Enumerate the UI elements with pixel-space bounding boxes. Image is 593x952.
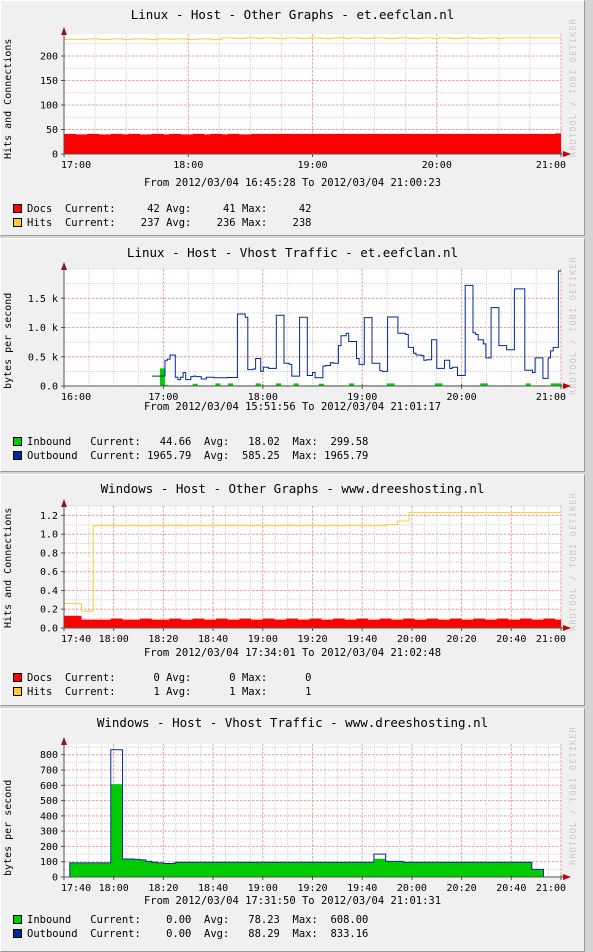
legend-color-swatch-icon: [13, 915, 22, 924]
graph-plot: 0 50 100 150 200 17:00 18:00 19:00 20:00 21:00: [40, 27, 571, 171]
legend-series-name: Inbound: [27, 436, 72, 448]
legend-series-name: Outbound: [27, 450, 78, 462]
rrdtool-graph-page: Linux - Host - Other Graphs - et.eefclan…: [0, 0, 593, 952]
legend-row: Inbound Current: 44.66 Avg: 18.02 Max: 2…: [13, 435, 368, 449]
legend-row: Outbound Current: 0.00 Avg: 88.29 Max: 8…: [13, 927, 368, 941]
legend-row: Docs Current: 42 Avg: 41 Max: 42: [13, 202, 311, 216]
svg-text:19:40: 19:40: [347, 883, 377, 894]
svg-text:200: 200: [40, 842, 58, 853]
legend-color-swatch-icon: [13, 437, 22, 446]
legend-row: Hits Current: 237 Avg: 236 Max: 238: [13, 216, 311, 230]
svg-text:19:20: 19:20: [297, 883, 327, 894]
svg-text:0.0: 0.0: [40, 624, 58, 635]
svg-text:800: 800: [40, 750, 58, 761]
svg-text:21:00: 21:00: [536, 634, 566, 645]
svg-text:0.2: 0.2: [40, 605, 58, 616]
svg-text:0.8: 0.8: [40, 548, 58, 559]
svg-text:18:00: 18:00: [99, 634, 129, 645]
legend-series-name: Docs: [27, 672, 53, 684]
graph-timespan: From 2012/03/04 17:34:01 To 2012/03/04 2…: [143, 647, 442, 659]
svg-text:18:00: 18:00: [99, 883, 129, 894]
graph-legend: Docs Current: 0 Avg: 0 Max: 0 Hits Curren…: [13, 671, 311, 699]
svg-text:20:20: 20:20: [447, 883, 477, 894]
svg-text:20:00: 20:00: [422, 160, 452, 171]
svg-text:600: 600: [40, 781, 58, 792]
svg-text:1.0: 1.0: [40, 530, 58, 541]
legend-stats: Current: 1965.79 Avg: 585.25 Max: 1965.7…: [77, 450, 369, 462]
svg-text:18:40: 18:40: [198, 634, 228, 645]
graph-timespan: From 2012/03/04 16:45:28 To 2012/03/04 2…: [143, 177, 442, 189]
legend-stats: Current: 0 Avg: 0 Max: 0: [52, 672, 312, 684]
legend-series-name: Hits: [27, 686, 53, 698]
legend-color-swatch-icon: [13, 687, 22, 696]
svg-text:0.0: 0.0: [40, 382, 58, 393]
svg-text:20:00: 20:00: [397, 634, 427, 645]
svg-text:500: 500: [40, 796, 58, 807]
svg-text:21:00: 21:00: [536, 160, 566, 171]
graph-timespan: From 2012/03/04 17:31:50 To 2012/03/04 2…: [143, 895, 442, 907]
svg-text:150: 150: [40, 76, 58, 87]
svg-text:17:00: 17:00: [61, 160, 91, 171]
svg-text:100: 100: [40, 857, 58, 868]
svg-text:20:40: 20:40: [496, 634, 526, 645]
svg-text:19:20: 19:20: [297, 634, 327, 645]
graph-legend: Inbound Current: 44.66 Avg: 18.02 Max: 2…: [13, 435, 368, 463]
svg-text:18:00: 18:00: [173, 160, 203, 171]
svg-text:18:20: 18:20: [148, 634, 178, 645]
legend-series-name: Inbound: [27, 914, 72, 926]
legend-color-swatch-icon: [13, 218, 22, 227]
svg-text:18:20: 18:20: [148, 883, 178, 894]
legend-series-name: Docs: [27, 203, 53, 215]
graph-panel: Linux - Host - Vhost Traffic - et.eefcla…: [0, 238, 585, 472]
legend-stats: Current: 237 Avg: 236 Max: 238: [52, 217, 312, 229]
svg-text:300: 300: [40, 827, 58, 838]
legend-row: Outbound Current: 1965.79 Avg: 585.25 Ma…: [13, 449, 368, 463]
legend-color-swatch-icon: [13, 929, 22, 938]
svg-text:50: 50: [46, 125, 58, 136]
svg-text:1.5 k: 1.5 k: [28, 294, 58, 305]
svg-text:21:00: 21:00: [536, 883, 566, 894]
legend-stats: Current: 44.66 Avg: 18.02 Max: 299.58: [71, 436, 369, 448]
legend-stats: Current: 0.00 Avg: 78.23 Max: 608.00: [71, 914, 369, 926]
svg-text:200: 200: [40, 52, 58, 63]
svg-text:20:00: 20:00: [397, 883, 427, 894]
svg-text:18:40: 18:40: [198, 883, 228, 894]
graph-legend: Docs Current: 42 Avg: 41 Max: 42 Hits Cur…: [13, 202, 311, 230]
svg-text:0: 0: [52, 150, 58, 161]
svg-text:1.0 k: 1.0 k: [28, 323, 58, 334]
legend-series-name: Hits: [27, 217, 53, 229]
svg-text:20:20: 20:20: [447, 634, 477, 645]
svg-text:17:40: 17:40: [61, 634, 91, 645]
svg-text:0: 0: [52, 873, 58, 884]
legend-row: Inbound Current: 0.00 Avg: 78.23 Max: 60…: [13, 913, 368, 927]
legend-row: Hits Current: 1 Avg: 1 Max: 1: [13, 685, 311, 699]
legend-stats: Current: 42 Avg: 41 Max: 42: [52, 203, 312, 215]
svg-text:0.4: 0.4: [40, 586, 58, 597]
svg-text:1.2: 1.2: [40, 511, 58, 522]
graph-legend: Inbound Current: 0.00 Avg: 78.23 Max: 60…: [13, 913, 368, 941]
svg-text:20:40: 20:40: [496, 883, 526, 894]
graph-panel: Linux - Host - Other Graphs - et.eefclan…: [0, 0, 585, 236]
svg-text:0.6: 0.6: [40, 567, 58, 578]
graph-panel: Windows - Host - Other Graphs - www.dree…: [0, 474, 585, 706]
svg-text:19:40: 19:40: [347, 634, 377, 645]
legend-color-swatch-icon: [13, 673, 22, 682]
legend-stats: Current: 0.00 Avg: 88.29 Max: 833.16: [77, 928, 369, 940]
svg-text:19:00: 19:00: [248, 634, 278, 645]
svg-text:17:40: 17:40: [61, 883, 91, 894]
legend-color-swatch-icon: [13, 204, 22, 213]
legend-row: Docs Current: 0 Avg: 0 Max: 0: [13, 671, 311, 685]
legend-series-name: Outbound: [27, 928, 78, 940]
svg-text:19:00: 19:00: [297, 160, 327, 171]
svg-text:100: 100: [40, 101, 58, 112]
graph-timespan: From 2012/03/04 15:51:56 To 2012/03/04 2…: [143, 401, 442, 413]
graph-panel: Windows - Host - Vhost Traffic - www.dre…: [0, 708, 585, 952]
svg-text:19:00: 19:00: [248, 883, 278, 894]
svg-text:0.5 k: 0.5 k: [28, 352, 58, 363]
svg-text:700: 700: [40, 766, 58, 777]
legend-stats: Current: 1 Avg: 1 Max: 1: [52, 686, 312, 698]
svg-text:400: 400: [40, 811, 58, 822]
legend-color-swatch-icon: [13, 451, 22, 460]
